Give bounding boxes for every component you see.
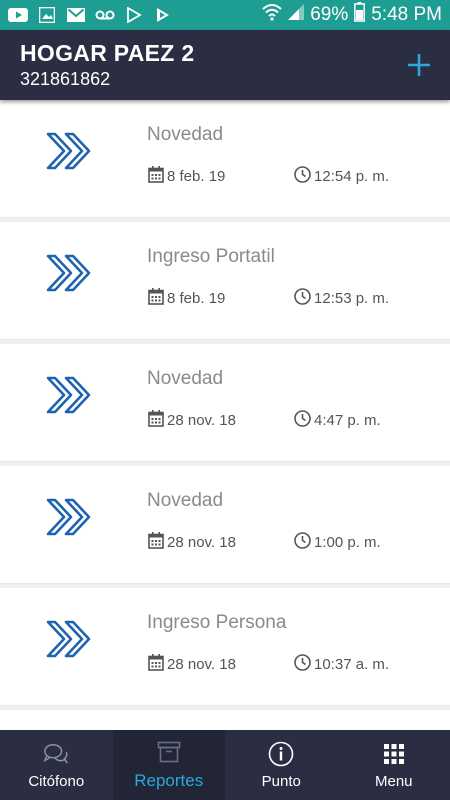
clock: 5:48 PM [371, 4, 442, 25]
battery-icon [354, 2, 366, 28]
page-subtitle: 321861862 [20, 69, 111, 89]
grid-icon [381, 741, 407, 767]
report-card[interactable]: Ingreso Persona 28 nov. 18 10:37 a. m. [0, 588, 450, 706]
report-date: 28 nov. 18 [148, 532, 236, 553]
calendar-icon [148, 288, 164, 309]
clock-icon [294, 288, 311, 309]
tab-punto[interactable]: Punto [225, 730, 338, 800]
tab-reportes[interactable]: Reportes [112, 730, 225, 800]
plus-icon [408, 54, 430, 76]
double-chevron-icon [44, 374, 96, 416]
time-text: 1:00 p. m. [314, 534, 381, 551]
time-text: 10:37 a. m. [314, 656, 390, 673]
report-time: 12:53 p. m. [294, 288, 389, 309]
clock-icon [294, 532, 311, 553]
date-text: 8 feb. 19 [167, 168, 226, 185]
report-card[interactable]: Ingreso Portatil 8 feb. 19 12:53 p. m. [0, 222, 450, 340]
tab-menu[interactable]: Menu [338, 730, 450, 800]
double-chevron-icon [44, 618, 96, 660]
report-date: 8 feb. 19 [148, 288, 225, 309]
signal-icon [288, 4, 305, 26]
report-date: 8 feb. 19 [148, 166, 225, 187]
report-title: Ingreso Persona [147, 612, 287, 633]
report-time: 4:47 p. m. [294, 410, 381, 431]
gmail-icon [66, 7, 86, 23]
report-date: 28 nov. 18 [148, 410, 236, 431]
archive-icon [156, 739, 182, 765]
clock-icon [294, 410, 311, 431]
chat-icon [43, 741, 69, 767]
tab-citofono[interactable]: Citófono [0, 730, 113, 800]
double-chevron-icon [44, 496, 96, 538]
info-icon [268, 741, 294, 767]
report-title: Novedad [147, 368, 224, 389]
wifi-icon [262, 3, 282, 27]
tab-label: Reportes [134, 771, 204, 790]
calendar-icon [148, 654, 164, 675]
date-text: 8 feb. 19 [167, 290, 226, 307]
play-icon [153, 7, 173, 23]
calendar-icon [148, 410, 164, 431]
report-title: Novedad [147, 124, 224, 145]
report-card[interactable]: Novedad 28 nov. 18 4:47 p. m. [0, 344, 450, 462]
calendar-icon [148, 532, 164, 553]
report-time: 10:37 a. m. [294, 654, 389, 675]
youtube-icon [8, 7, 28, 23]
report-date: 28 nov. 18 [148, 654, 236, 675]
bottom-tab-bar: Citófono Reportes Punto Menu [0, 730, 450, 800]
status-bar: 69% 5:48 PM [0, 0, 450, 30]
date-text: 28 nov. 18 [167, 534, 236, 551]
calendar-icon [148, 166, 164, 187]
clock-icon [294, 166, 311, 187]
voicemail-icon [95, 7, 115, 23]
report-title: Ingreso Portatil [147, 246, 275, 267]
page-title: HOGAR PAEZ 2 [20, 40, 195, 66]
report-card-partial[interactable] [0, 710, 450, 730]
image-icon [37, 7, 57, 23]
report-time: 1:00 p. m. [294, 532, 381, 553]
tab-label: Menu [374, 772, 413, 790]
clock-icon [294, 654, 311, 675]
tab-label: Punto [261, 772, 301, 790]
report-card[interactable]: Novedad 28 nov. 18 1:00 p. m. [0, 466, 450, 584]
app-header: HOGAR PAEZ 2 321861862 [0, 30, 450, 100]
date-text: 28 nov. 18 [167, 412, 236, 429]
report-time: 12:54 p. m. [294, 166, 389, 187]
date-text: 28 nov. 18 [167, 656, 236, 673]
double-chevron-icon [44, 252, 96, 294]
battery-percent: 69% [310, 4, 349, 25]
report-list[interactable]: Novedad 8 feb. 19 12:54 p. m. Ingreso Porta… [0, 100, 450, 730]
time-text: 12:54 p. m. [314, 168, 390, 185]
tab-label: Citófono [28, 772, 85, 790]
report-title: Novedad [147, 490, 224, 511]
system-status: 69% 5:48 PM [262, 2, 442, 28]
report-card[interactable]: Novedad 8 feb. 19 12:54 p. m. [0, 100, 450, 218]
add-button[interactable] [402, 48, 436, 82]
time-text: 4:47 p. m. [314, 412, 381, 429]
notification-icons [8, 7, 173, 23]
time-text: 12:53 p. m. [314, 290, 390, 307]
play-store-icon [124, 7, 144, 23]
double-chevron-icon [44, 130, 96, 172]
